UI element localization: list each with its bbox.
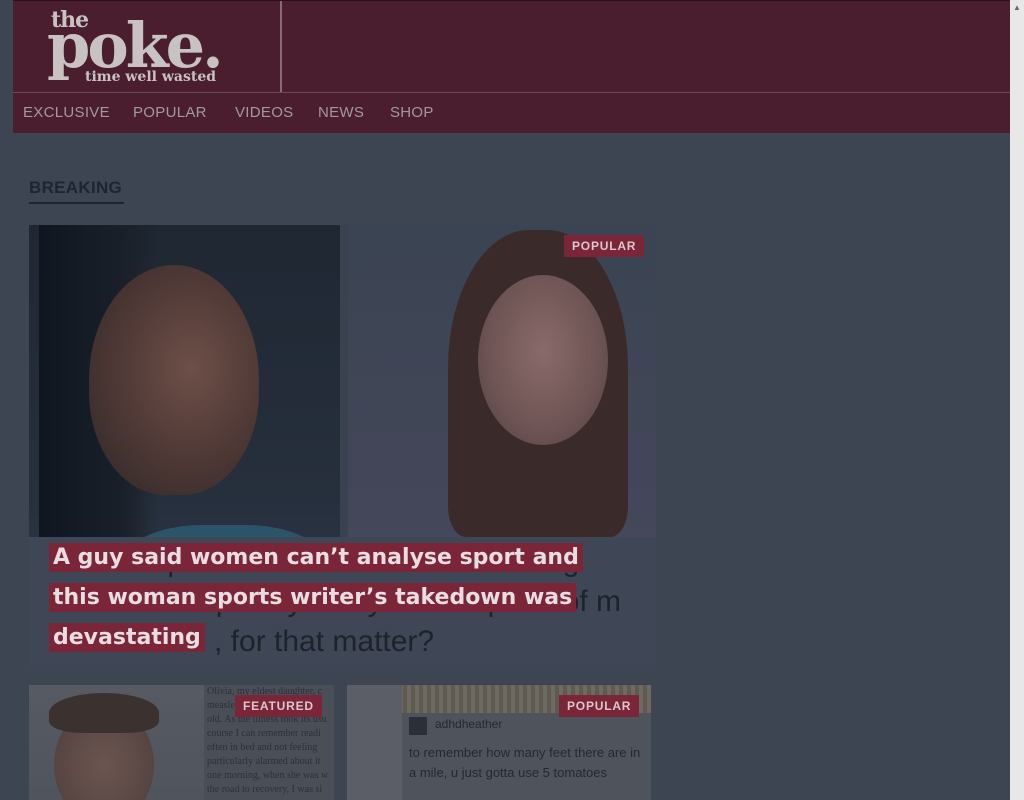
card-image [29, 685, 204, 800]
featured-badge[interactable]: FEATURED [235, 695, 322, 717]
tweet-body: to remember how many feet there are in a… [409, 745, 641, 780]
section-underline [29, 202, 124, 204]
card-text-line: particularly alarmed about it [207, 756, 321, 767]
card-text-line: the road to recovery, I was si [207, 784, 323, 795]
nav-item-popular[interactable]: POPULAR [133, 104, 207, 121]
nav-item-news[interactable]: NEWS [318, 104, 364, 121]
avatar [409, 717, 427, 735]
nav-item-shop[interactable]: SHOP [390, 104, 434, 121]
card-text-line: one morning, when she was w [207, 770, 329, 781]
card-image-hair [49, 693, 159, 733]
section-title: BREAKING [29, 178, 123, 197]
popular-card-badge[interactable]: POPULAR [559, 695, 640, 717]
page: the poke. time well wasted EXCLUSIVE POP… [0, 0, 1024, 800]
hero-right-face [478, 275, 608, 445]
card-text-line: course I can remember readi [207, 728, 321, 739]
hero-headline-text[interactable]: A guy said women can’t analyse sport and… [49, 543, 583, 652]
scroll-up-icon[interactable]: ▲ [1013, 3, 1021, 12]
hero-left-face [89, 265, 259, 495]
site-logo[interactable]: the poke. time well wasted [13, 1, 282, 93]
hero-image-right [348, 225, 656, 537]
nav-item-videos[interactable]: VIDEOS [235, 104, 293, 121]
nav-item-exclusive[interactable]: EXCLUSIVE [23, 104, 110, 121]
logo-tagline: time well wasted [85, 69, 217, 85]
tweet-username: adhdheather [435, 717, 503, 731]
page-scrollbar[interactable]: ▲ [1010, 0, 1024, 800]
card-image-side [347, 685, 402, 800]
card-text-line: often in bed and not feeling [207, 742, 318, 753]
logo-name: poke. [47, 9, 224, 82]
site-header: the poke. time well wasted [13, 0, 1011, 93]
hero-headline[interactable]: A guy said women can’t analyse sport and… [49, 538, 619, 658]
main-nav: EXCLUSIVE POPULAR VIDEOS NEWS SHOP [13, 93, 1011, 133]
popular-badge[interactable]: POPULAR [564, 235, 645, 257]
